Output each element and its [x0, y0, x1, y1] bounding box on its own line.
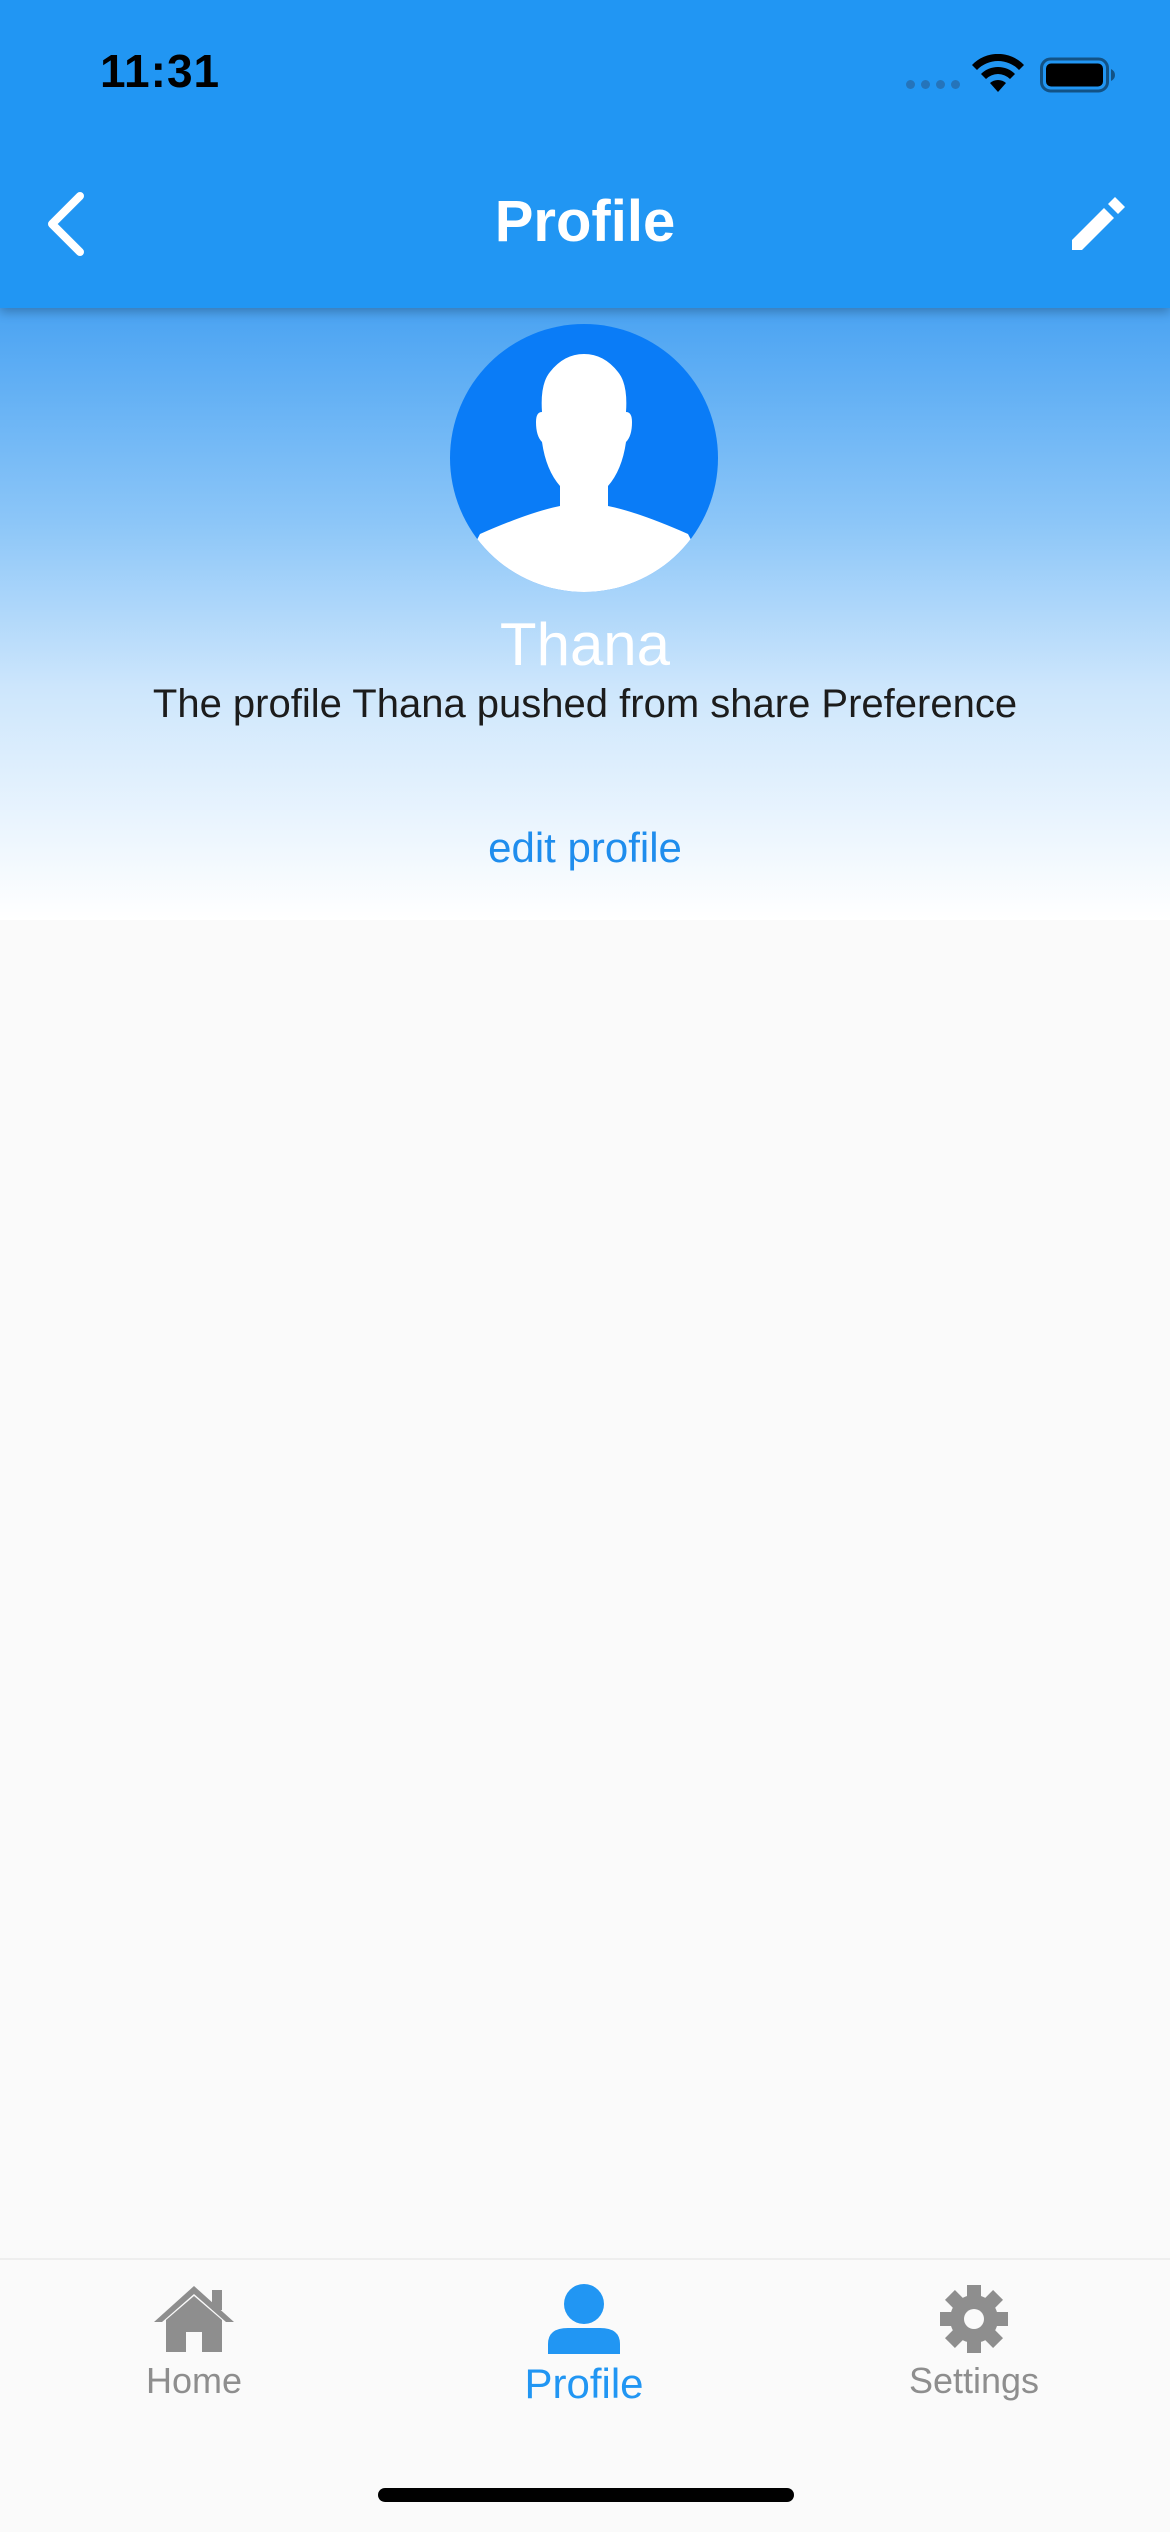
nav-item-settings[interactable]: Settings [844, 2284, 1104, 2444]
wifi-icon [972, 54, 1024, 92]
pencil-icon [1072, 197, 1125, 250]
profile-header: Thana The profile Thana pushed from shar… [0, 308, 1170, 920]
page-title: Profile [494, 189, 676, 254]
nav-label-home: Home [145, 2360, 243, 2401]
gear-icon [940, 2285, 1008, 2353]
app-bar: 11:31 Profile [0, 0, 1170, 308]
home-indicator [378, 2488, 794, 2502]
battery-icon [1040, 57, 1115, 93]
avatar [450, 324, 718, 592]
edit-profile-link[interactable]: edit profile [0, 824, 1170, 872]
nav-item-profile[interactable]: Profile [454, 2284, 714, 2444]
person-icon [548, 2284, 620, 2354]
nav-label-profile: Profile [524, 2360, 644, 2407]
profile-screen: 11:31 Profile Thana The profile Thana pu… [0, 0, 1170, 2532]
nav-item-home[interactable]: Home [64, 2284, 324, 2444]
nav-label-settings: Settings [908, 2360, 1040, 2401]
cellular-signal-icon [906, 80, 960, 89]
edit-button[interactable] [1064, 192, 1130, 258]
status-time: 11:31 [100, 45, 221, 97]
home-icon [154, 2286, 234, 2352]
user-bio: The profile Thana pushed from share Pref… [152, 682, 1018, 726]
user-name: Thana [499, 611, 671, 678]
person-silhouette-icon [450, 354, 718, 592]
